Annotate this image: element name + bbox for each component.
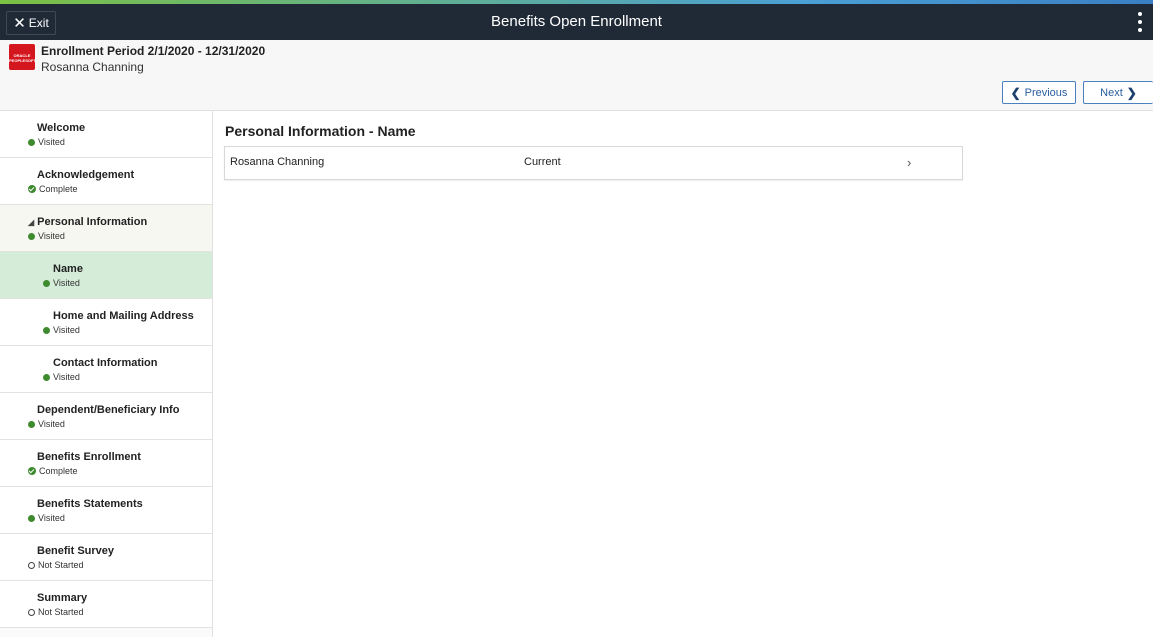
status-text: Visited (53, 372, 80, 382)
exit-label: Exit (28, 16, 49, 30)
sidebar-item-benefits-enrollment[interactable]: Benefits Enrollment Complete (0, 440, 212, 487)
status-badge: Complete (28, 466, 78, 476)
status-badge: Visited (43, 278, 80, 288)
exit-button[interactable]: ✕ Exit (6, 11, 56, 35)
status-text: Visited (38, 513, 65, 523)
sidebar-item-label: Benefits Enrollment (37, 451, 141, 463)
enrollment-period: Enrollment Period 2/1/2020 - 12/31/2020 (41, 44, 266, 58)
status-text: Visited (53, 325, 80, 335)
sidebar-item-name[interactable]: Name Visited (0, 252, 212, 299)
sidebar-item-label: Home and Mailing Address (53, 310, 194, 322)
sidebar-item-dependent-beneficiary[interactable]: Dependent/Beneficiary Info Visited (0, 393, 212, 440)
sidebar-item-label-text: Personal Information (37, 216, 148, 228)
visited-dot-icon (28, 138, 35, 146)
close-icon: ✕ (13, 14, 26, 32)
visited-dot-icon (28, 232, 35, 240)
oracle-logo: ORACLE PEOPLESOFT (9, 44, 36, 70)
sidebar-item-label: Name (53, 263, 83, 275)
sidebar-item-benefit-survey[interactable]: Benefit Survey Not Started (0, 534, 212, 581)
page-title: Personal Information - Name (225, 123, 416, 139)
chevron-right-icon: ❯ (1126, 85, 1137, 100)
status-badge: Visited (43, 372, 80, 382)
status-text: Visited (38, 137, 65, 147)
status-badge: Visited (28, 137, 65, 147)
sidebar-item-contact-information[interactable]: Contact Information Visited (0, 346, 212, 393)
chevron-left-icon: ❮ (1010, 85, 1021, 100)
sidebar-item-benefits-statements[interactable]: Benefits Statements Visited (0, 487, 212, 534)
list-item[interactable]: Rosanna Channing Current › (224, 146, 963, 180)
actions-menu-icon[interactable] (1137, 12, 1143, 32)
app-banner: Benefits Open Enrollment ✕ Exit (0, 4, 1153, 40)
status-badge: Not Started (28, 560, 84, 570)
employee-name: Rosanna Channing (41, 60, 144, 74)
status-text: Not Started (38, 560, 84, 570)
status-badge: Visited (28, 513, 65, 523)
status-text: Visited (38, 231, 65, 241)
status-text: Complete (39, 466, 78, 476)
sidebar-item-label: Dependent/Beneficiary Info (37, 404, 180, 416)
not-started-circle-icon (28, 561, 35, 569)
sidebar-item-label: Acknowledgement (37, 169, 135, 181)
visited-dot-icon (43, 279, 50, 287)
row-status: Current (524, 156, 561, 168)
sidebar-item-label: Benefits Statements (37, 498, 143, 510)
status-badge: Not Started (28, 607, 84, 617)
sidebar-item-personal-information[interactable]: ◢ Personal Information Visited (0, 205, 212, 252)
sidebar-item-label: ◢ Personal Information (28, 216, 147, 228)
status-text: Visited (53, 278, 80, 288)
activity-guide-sidebar: Welcome Visited Acknowledgement Complete… (0, 111, 213, 637)
status-badge: Complete (28, 184, 78, 194)
status-badge: Visited (28, 419, 65, 429)
status-text: Complete (39, 184, 78, 194)
previous-button[interactable]: ❮ Previous (1002, 81, 1076, 104)
expand-triangle-icon: ◢ (28, 218, 35, 227)
sidebar-item-acknowledgement[interactable]: Acknowledgement Complete (0, 158, 212, 205)
visited-dot-icon (43, 373, 50, 381)
visited-dot-icon (28, 420, 35, 428)
sidebar-item-label: Summary (37, 592, 88, 604)
sidebar-item-label: Benefit Survey (37, 545, 115, 557)
banner-title: Benefits Open Enrollment (491, 13, 662, 30)
complete-check-icon (28, 467, 36, 475)
status-text: Not Started (38, 607, 84, 617)
not-started-circle-icon (28, 608, 35, 616)
sidebar-item-label: Contact Information (53, 357, 158, 369)
enrollment-header: ORACLE PEOPLESOFT Enrollment Period 2/1/2… (0, 40, 1153, 111)
sidebar-item-welcome[interactable]: Welcome Visited (0, 111, 212, 158)
status-text: Visited (38, 419, 65, 429)
status-badge: Visited (43, 325, 80, 335)
main-content: Personal Information - Name Rosanna Chan… (214, 111, 1153, 637)
complete-check-icon (28, 185, 36, 193)
visited-dot-icon (43, 326, 50, 334)
sidebar-item-home-mailing-address[interactable]: Home and Mailing Address Visited (0, 299, 212, 346)
previous-label: Previous (1024, 86, 1068, 99)
sidebar-item-summary[interactable]: Summary Not Started (0, 581, 212, 628)
row-person-name: Rosanna Channing (230, 156, 325, 168)
chevron-right-icon[interactable]: › (907, 155, 911, 170)
sidebar-item-label: Welcome (37, 122, 86, 134)
next-button[interactable]: Next ❯ (1083, 81, 1153, 104)
visited-dot-icon (28, 514, 35, 522)
next-label: Next (1100, 86, 1123, 99)
status-badge: Visited (28, 231, 65, 241)
